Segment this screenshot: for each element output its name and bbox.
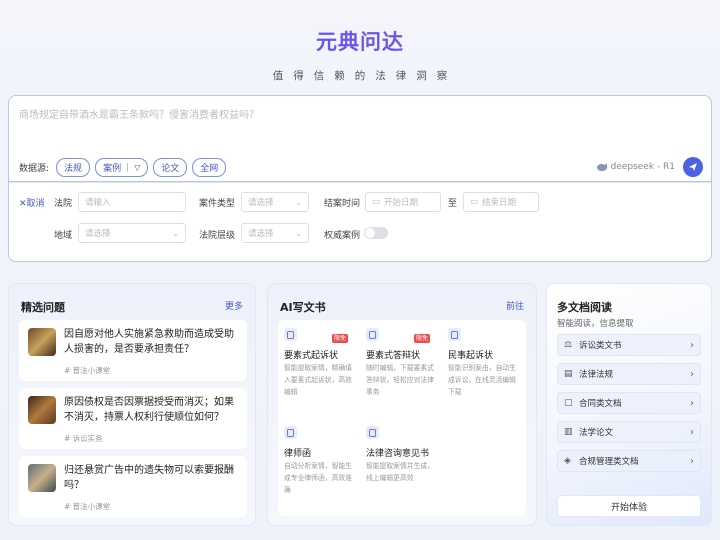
close-time-label: 结案时间 — [324, 199, 361, 209]
doc-template-name: 要素式答辩状 — [366, 351, 421, 361]
contract-icon: ▢ — [564, 398, 573, 408]
multi-doc-item[interactable]: ⚖ 诉讼类文书 › — [557, 334, 701, 356]
question-thumbnail — [28, 464, 56, 492]
search-input[interactable] — [19, 105, 619, 125]
doc-template-desc: 自动分析案情，智能生成专业律师函，高效准确 — [284, 462, 352, 494]
end-date-input[interactable]: ▭ 结束日期 — [463, 192, 539, 212]
doc-template-item[interactable]: 律师函 自动分析案情，智能生成专业律师函，高效准确 — [278, 418, 360, 514]
doc-template-name: 律师函 — [284, 449, 312, 459]
send-button[interactable] — [683, 157, 703, 177]
case-type-select[interactable]: 请选择 ⌄ — [241, 192, 309, 212]
filter-panel: ✕取消 法院 请输入 案件类型 请选择 ⌄ 结案时间 ▭ 开始日期 至 ▭ 结束日期 … — [8, 182, 712, 262]
question-item[interactable]: 原因债权是否因票据授受而消灭；如果不消灭，持票人权利行使顺位如何？ # 诉讼实务 — [19, 388, 247, 449]
question-text: 因自愿对他人实施紧急救助而造成受助人损害的，是否要承担责任？ — [64, 329, 234, 355]
doc-template-desc: 智能识别案由，自动生成诉讼，在线灵活编辑下载 — [448, 364, 516, 396]
document-icon — [366, 426, 379, 439]
multi-doc-item[interactable]: ▤ 法律法规 › — [557, 363, 701, 385]
ai-docs-title: AI写文书 — [280, 301, 326, 314]
deepseek-icon — [596, 163, 607, 171]
question-thumbnail — [28, 396, 56, 424]
authority-case-label: 权威案例 — [324, 231, 361, 241]
authority-case-toggle[interactable] — [364, 227, 388, 239]
compliance-icon: ◈ — [564, 456, 571, 466]
start-experience-button[interactable]: 开始体验 — [557, 495, 701, 517]
question-text: 归还悬赏广告中的遗失物可以索要报酬吗？ — [64, 465, 234, 491]
data-sources: 数据源: 法规 案例 | ▽ 论文 全网 — [19, 158, 227, 177]
question-tag: # 普法小课堂 — [64, 502, 111, 511]
featured-title: 精选问题 — [21, 301, 65, 314]
doc-template-desc: 智能提取案情并生成，线上编辑更高效 — [366, 462, 434, 482]
document-icon — [366, 328, 379, 341]
gavel-icon: ⚖ — [564, 340, 573, 350]
book-icon: ▤ — [564, 369, 573, 379]
court-input[interactable]: 请输入 — [78, 192, 186, 212]
question-thumbnail — [28, 328, 56, 356]
featured-questions-card: 精选问题 更多 因自愿对他人实施紧急救助而造成受助人损害的，是否要承担责任？ #… — [8, 283, 256, 526]
chevron-down-icon: ⌄ — [172, 228, 179, 238]
multi-doc-item[interactable]: ▥ 法学论文 › — [557, 421, 701, 443]
doc-template-item[interactable]: 限免 要素式答辩状 随时编辑，下载要素式答辩状，轻松应对法律事务 — [360, 320, 442, 416]
chevron-right-icon: › — [690, 455, 694, 467]
multi-doc-item[interactable]: ▢ 合同类文档 › — [557, 392, 701, 414]
document-icon — [448, 328, 461, 341]
doc-template-name: 要素式起诉状 — [284, 351, 339, 361]
chevron-right-icon: › — [690, 426, 694, 438]
document-icon — [284, 426, 297, 439]
model-name: deepseek - R1 — [610, 162, 675, 172]
free-badge: 限免 — [414, 334, 431, 343]
ai-docs-grid: 限免 要素式起诉状 智能提取案情，精确填入要素式起诉状，高效编辑 限免 要素式答… — [278, 320, 526, 516]
doc-template-item[interactable]: 限免 要素式起诉状 智能提取案情，精确填入要素式起诉状，高效编辑 — [278, 320, 360, 416]
chevron-right-icon: › — [690, 397, 694, 409]
source-chip-cases[interactable]: 案例 | ▽ — [95, 158, 149, 177]
send-icon — [689, 163, 697, 171]
doc-template-desc: 智能提取案情，精确填入要素式起诉状，高效编辑 — [284, 364, 352, 396]
question-text: 原因债权是否因票据授受而消灭；如果不消灭，持票人权利行使顺位如何？ — [64, 397, 234, 423]
sources-label: 数据源: — [19, 164, 50, 174]
doc-template-item[interactable]: 法律咨询意见书 智能提取案情并生成，线上编辑更高效 — [360, 418, 442, 514]
search-box: 数据源: 法规 案例|▽ 论文 全网 deepseek - R1 — [8, 95, 712, 182]
paper-icon: ▥ — [564, 427, 573, 437]
question-item[interactable]: 因自愿对他人实施紧急救助而造成受助人损害的，是否要承担责任？ # 普法小课堂 — [19, 320, 247, 381]
featured-more-link[interactable]: 更多 — [225, 299, 243, 312]
court-level-label: 法院层级 — [199, 231, 236, 241]
multi-doc-title: 多文档阅读 — [557, 301, 612, 314]
court-level-select[interactable]: 请选择 ⌄ — [241, 223, 309, 243]
multi-doc-card: 多文档阅读 智能阅读，信息提取 ⚖ 诉讼类文书 › ▤ 法律法规 › ▢ 合同类文档 › ▥… — [546, 283, 712, 526]
brand-slogan: 值得信赖的法律洞察 — [272, 70, 458, 82]
chevron-down-icon: ⌄ — [295, 228, 302, 238]
calendar-icon: ▭ — [372, 197, 381, 207]
brand-header: 元典问达 值得信赖的法律洞察 — [0, 26, 720, 83]
doc-template-name: 法律咨询意见书 — [366, 449, 430, 459]
ai-docs-card: AI写文书 前往 限免 要素式起诉状 智能提取案情，精确填入要素式起诉状，高效编… — [267, 283, 537, 526]
multi-doc-subtitle: 智能阅读，信息提取 — [557, 319, 634, 329]
doc-template-item[interactable]: 民事起诉状 智能识别案由，自动生成诉讼，在线灵活编辑下载 — [442, 320, 524, 416]
question-tag: # 普法小课堂 — [64, 366, 111, 375]
model-indicator[interactable]: deepseek - R1 — [596, 162, 675, 172]
region-label: 地域 — [54, 231, 73, 241]
case-type-label: 案件类型 — [199, 199, 236, 209]
cancel-filter-button[interactable]: ✕取消 — [19, 196, 45, 209]
source-chip-web[interactable]: 全网 — [192, 158, 227, 177]
filter-icon[interactable]: ▽ — [134, 163, 140, 172]
document-icon — [284, 328, 297, 341]
doc-template-desc: 随时编辑，下载要素式答辩状，轻松应对法律事务 — [366, 364, 434, 396]
calendar-icon: ▭ — [470, 197, 479, 207]
region-select[interactable]: 请选择 ⌄ — [78, 223, 186, 243]
brand-logo: 元典问达 — [0, 26, 720, 56]
source-chip-papers[interactable]: 论文 — [153, 158, 188, 177]
source-chip-laws[interactable]: 法规 — [56, 158, 91, 177]
start-date-input[interactable]: ▭ 开始日期 — [365, 192, 441, 212]
ai-docs-more-link[interactable]: 前往 — [506, 299, 524, 312]
court-label: 法院 — [54, 199, 73, 209]
doc-template-name: 民事起诉状 — [448, 351, 494, 361]
chevron-right-icon: › — [690, 368, 694, 380]
multi-doc-item[interactable]: ◈ 合规管理类文档 › — [557, 450, 701, 472]
chevron-down-icon: ⌄ — [295, 197, 302, 207]
free-badge: 限免 — [332, 334, 349, 343]
question-tag: # 诉讼实务 — [64, 434, 103, 443]
date-range-separator: 至 — [448, 199, 458, 209]
question-item[interactable]: 归还悬赏广告中的遗失物可以索要报酬吗？ # 普法小课堂 — [19, 456, 247, 517]
chevron-right-icon: › — [690, 339, 694, 351]
